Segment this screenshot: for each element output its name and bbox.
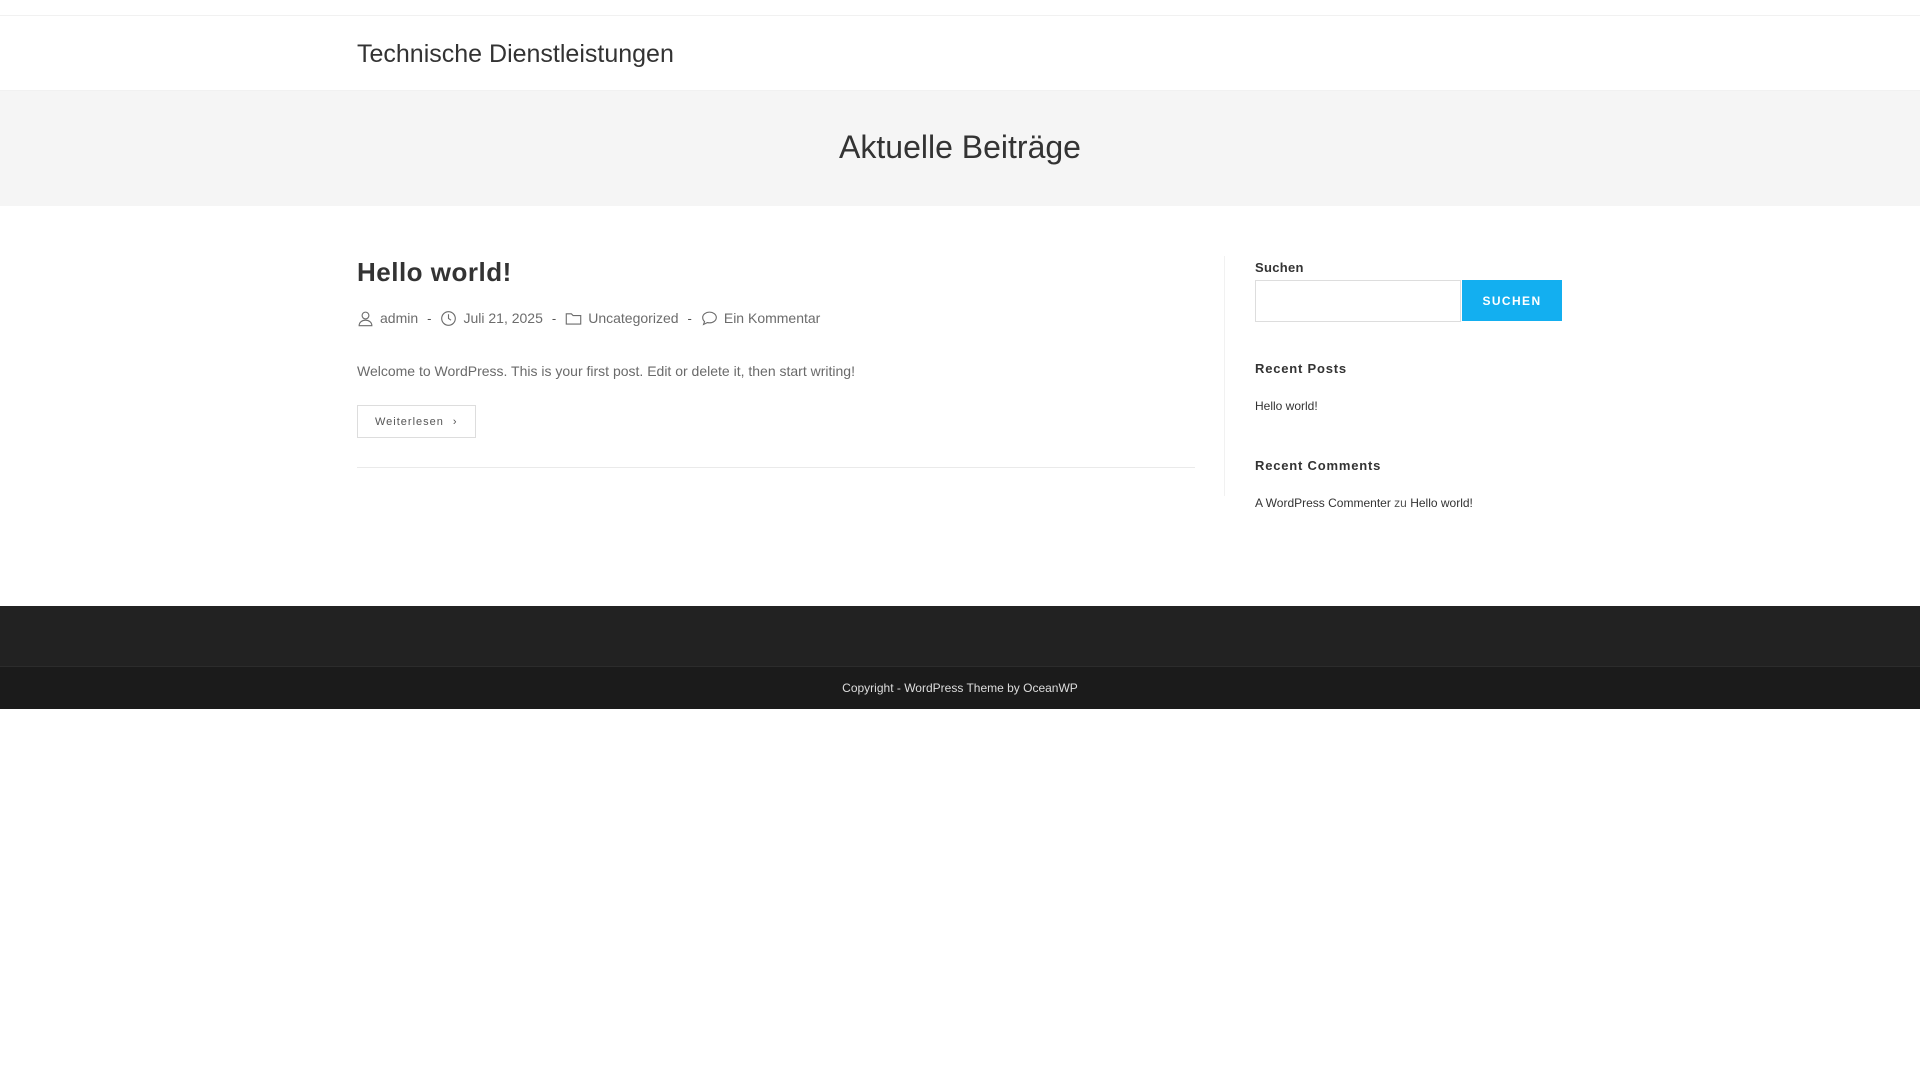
- post-title-link[interactable]: Hello world!: [357, 257, 512, 288]
- post-date-text: Juli 21, 2025: [463, 310, 543, 326]
- user-icon: [358, 311, 373, 326]
- meta-separator: -: [427, 310, 432, 326]
- search-input[interactable]: [1255, 280, 1461, 322]
- folder-icon: [565, 312, 582, 325]
- post-category-link[interactable]: Uncategorized: [588, 310, 678, 326]
- footer-bottom: Copyright - WordPress Theme by OceanWP: [0, 666, 1920, 709]
- post-comments-link[interactable]: Ein Kommentar: [724, 310, 820, 326]
- footer-widgets: [0, 606, 1920, 666]
- comment-author-link[interactable]: A WordPress Commenter: [1255, 496, 1391, 510]
- clock-icon: [441, 310, 457, 326]
- post-category: Uncategorized: [565, 310, 679, 327]
- read-more-button[interactable]: Weiterlesen ›: [357, 405, 476, 438]
- search-widget-label: Suchen: [1255, 260, 1304, 275]
- post-author-link[interactable]: admin: [380, 310, 418, 326]
- chevron-right-icon: ›: [452, 415, 458, 428]
- post-comments: Ein Kommentar: [701, 310, 820, 327]
- post-meta: admin - Juli 21, 2025 - Uncategorized - …: [357, 308, 820, 328]
- comment-post-link[interactable]: Hello world!: [1410, 496, 1473, 510]
- recent-posts-title: Recent Posts: [1255, 361, 1347, 376]
- page-header: Aktuelle Beiträge: [0, 91, 1920, 206]
- recent-comment-item: A WordPress Commenter zu Hello world!: [1255, 496, 1473, 510]
- top-bar: [0, 0, 1920, 16]
- meta-separator: -: [687, 310, 692, 326]
- meta-separator: -: [551, 310, 557, 326]
- site-header: Technische Dienstleistungen: [0, 16, 1920, 91]
- comment-icon: [702, 311, 717, 326]
- page-title: Aktuelle Beiträge: [839, 129, 1081, 165]
- sidebar-divider: [1224, 256, 1225, 496]
- post-divider: [357, 467, 1195, 468]
- recent-post-link[interactable]: Hello world!: [1255, 399, 1318, 413]
- search-button[interactable]: SUCHEN: [1462, 280, 1562, 321]
- site-title-link[interactable]: Technische Dienstleistungen: [357, 40, 674, 69]
- read-more-label: Weiterlesen: [375, 415, 444, 428]
- copyright-text: Copyright - WordPress Theme by OceanWP: [842, 681, 1078, 695]
- comment-connector: zu: [1394, 496, 1407, 510]
- recent-comments-title: Recent Comments: [1255, 458, 1382, 473]
- post-excerpt: Welcome to WordPress. This is your first…: [357, 363, 855, 379]
- post-date: Juli 21, 2025: [440, 310, 543, 327]
- post-author: admin: [357, 310, 418, 327]
